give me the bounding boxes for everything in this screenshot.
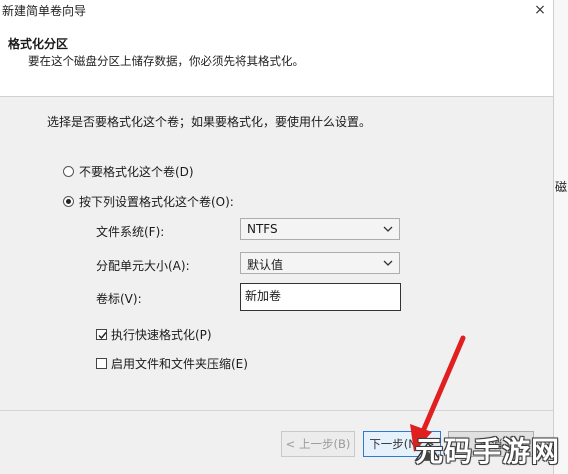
annotation-arrow-icon	[410, 335, 466, 452]
watermark-text: 元码手游网	[414, 435, 560, 468]
